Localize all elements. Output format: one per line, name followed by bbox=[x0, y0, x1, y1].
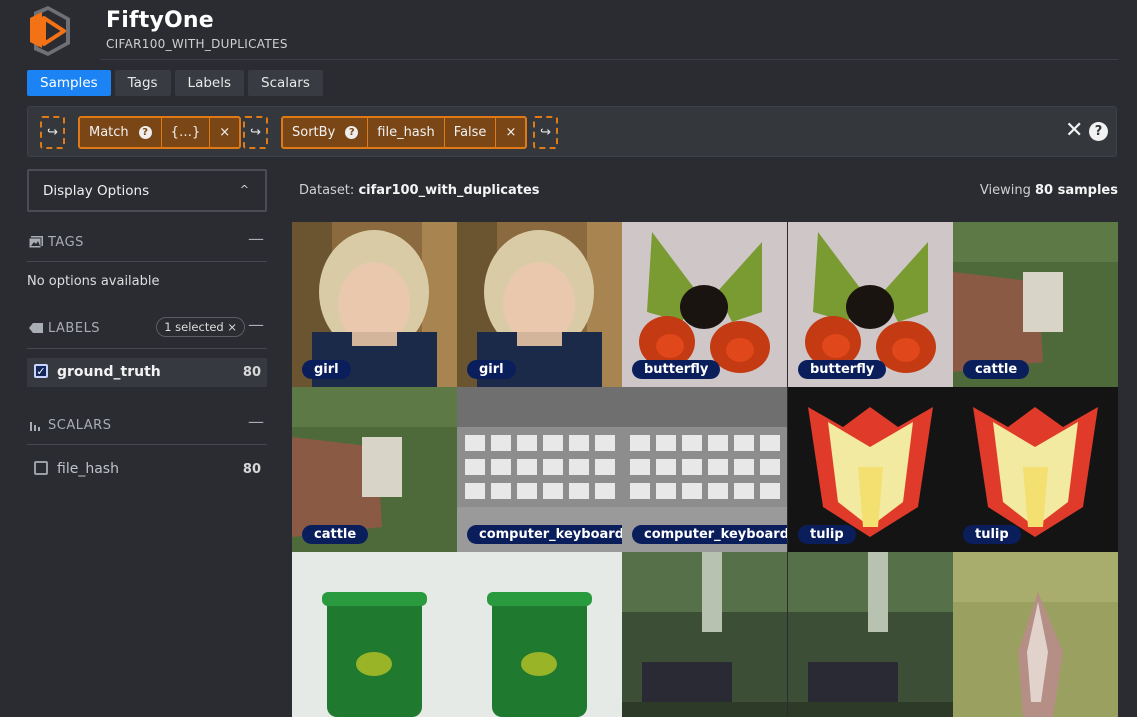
view-bar: ↪ Match ? {…} × ↪ SortBy ? file_hash Fal… bbox=[27, 106, 1117, 157]
clear-view-icon[interactable]: ✕ bbox=[1065, 119, 1083, 143]
help-icon[interactable]: ? bbox=[345, 126, 359, 139]
selected-count-badge[interactable]: 1 selected × bbox=[156, 317, 245, 337]
remove-stage-button[interactable]: × bbox=[210, 118, 239, 147]
label-badge: tulip bbox=[963, 525, 1021, 544]
collapse-icon[interactable]: — bbox=[248, 315, 264, 334]
stage-param[interactable]: {…} bbox=[162, 118, 211, 147]
add-stage-button[interactable]: ↪ bbox=[243, 116, 268, 149]
bar-chart-icon bbox=[30, 422, 40, 431]
sample-thumbnail bbox=[953, 552, 1118, 717]
sample-tile[interactable] bbox=[457, 552, 622, 717]
remove-stage-button[interactable]: × bbox=[496, 118, 525, 147]
tags-section-header[interactable]: TAGS — bbox=[27, 229, 267, 259]
add-stage-button[interactable]: ↪ bbox=[533, 116, 558, 149]
sample-tile[interactable]: cattle bbox=[953, 222, 1118, 387]
dataset-info: Dataset: cifar100_with_duplicates bbox=[299, 183, 540, 198]
sample-tile[interactable] bbox=[788, 552, 953, 717]
label-field-ground-truth[interactable]: ✓ ground_truth 80 bbox=[27, 358, 267, 387]
label-icon bbox=[29, 323, 43, 333]
sample-thumbnail bbox=[622, 552, 787, 717]
tags-title: TAGS bbox=[48, 235, 84, 250]
scalar-field-file-hash[interactable]: file_hash 80 bbox=[27, 455, 267, 484]
sample-count: 80 samples bbox=[1035, 183, 1118, 198]
label-badge: tulip bbox=[798, 525, 856, 544]
fiftyone-logo[interactable] bbox=[26, 4, 80, 58]
add-stage-button[interactable]: ↪ bbox=[40, 116, 65, 149]
label-badge: computer_keyboard bbox=[632, 525, 787, 544]
divider bbox=[27, 444, 267, 445]
viewing-count: Viewing 80 samples bbox=[979, 183, 1118, 198]
divider bbox=[27, 261, 267, 262]
help-icon[interactable]: ? bbox=[138, 126, 152, 139]
checkbox-unchecked-icon[interactable] bbox=[34, 461, 48, 475]
field-count: 80 bbox=[242, 462, 261, 477]
label-badge: computer_keyboard bbox=[467, 525, 622, 544]
stage-name[interactable]: Match ? bbox=[80, 118, 162, 147]
labels-section-header[interactable]: LABELS 1 selected × — bbox=[27, 315, 267, 345]
checkbox-checked-icon[interactable]: ✓ bbox=[34, 364, 48, 378]
sample-tile[interactable]: computer_keyboard bbox=[457, 387, 622, 552]
tab-labels[interactable]: Labels bbox=[174, 70, 244, 96]
sample-thumbnail bbox=[457, 552, 622, 717]
label-badge: girl bbox=[302, 360, 351, 379]
tab-tags[interactable]: Tags bbox=[114, 70, 171, 96]
sample-tile[interactable] bbox=[622, 552, 787, 717]
tab-scalars[interactable]: Scalars bbox=[248, 70, 323, 96]
collapse-icon[interactable]: — bbox=[248, 412, 264, 431]
sample-tile[interactable] bbox=[292, 552, 457, 717]
sample-tile[interactable]: butterfly bbox=[788, 222, 953, 387]
label-badge: cattle bbox=[963, 360, 1030, 379]
display-options-label: Display Options bbox=[43, 183, 150, 199]
tags-empty-message: No options available bbox=[27, 274, 160, 289]
app-header: FiftyOne CIFAR100_WITH_DUPLICATES bbox=[0, 0, 1137, 62]
sample-tile[interactable]: girl bbox=[292, 222, 457, 387]
chevron-up-icon: ^ bbox=[239, 183, 249, 196]
label-badge: butterfly bbox=[632, 360, 721, 379]
field-count: 80 bbox=[242, 365, 261, 380]
header-divider bbox=[100, 59, 1118, 60]
sample-tile[interactable]: tulip bbox=[788, 387, 953, 552]
stage-param[interactable]: file_hash bbox=[368, 118, 445, 147]
help-icon[interactable]: ? bbox=[1089, 122, 1108, 141]
sample-tile[interactable]: tulip bbox=[953, 387, 1118, 552]
divider bbox=[27, 348, 267, 349]
label-badge: cattle bbox=[302, 525, 369, 544]
sample-tile[interactable]: girl bbox=[457, 222, 622, 387]
collapse-icon[interactable]: — bbox=[248, 229, 264, 248]
scalars-section-header[interactable]: SCALARS — bbox=[27, 412, 267, 442]
sample-tile[interactable]: cattle bbox=[292, 387, 457, 552]
sample-thumbnail bbox=[788, 552, 953, 717]
tab-samples[interactable]: Samples bbox=[27, 70, 111, 96]
stage-sortby: SortBy ? file_hash False × bbox=[281, 116, 528, 149]
scalars-title: SCALARS bbox=[48, 418, 112, 433]
sample-tile[interactable]: computer_keyboard bbox=[622, 387, 787, 552]
stage-name[interactable]: SortBy ? bbox=[283, 118, 369, 147]
sample-thumbnail bbox=[292, 552, 457, 717]
dataset-header-name: CIFAR100_WITH_DUPLICATES bbox=[106, 37, 288, 51]
dataset-name: cifar100_with_duplicates bbox=[358, 183, 540, 198]
label-badge: butterfly bbox=[798, 360, 887, 379]
image-tag-icon bbox=[29, 236, 43, 248]
sample-tile[interactable]: butterfly bbox=[622, 222, 787, 387]
sample-tile[interactable] bbox=[953, 552, 1118, 717]
display-options-toggle[interactable]: Display Options ^ bbox=[27, 169, 267, 212]
sample-grid: girl girl butterfly butterfly cattle cat… bbox=[292, 222, 1118, 717]
label-badge: girl bbox=[467, 360, 516, 379]
labels-title: LABELS bbox=[48, 321, 101, 336]
field-name: ground_truth bbox=[57, 364, 161, 380]
stage-match: Match ? {…} × bbox=[78, 116, 242, 149]
field-name: file_hash bbox=[57, 461, 119, 477]
tab-bar: Samples Tags Labels Scalars bbox=[27, 70, 323, 96]
stage-param[interactable]: False bbox=[445, 118, 497, 147]
app-title: FiftyOne bbox=[106, 8, 214, 33]
